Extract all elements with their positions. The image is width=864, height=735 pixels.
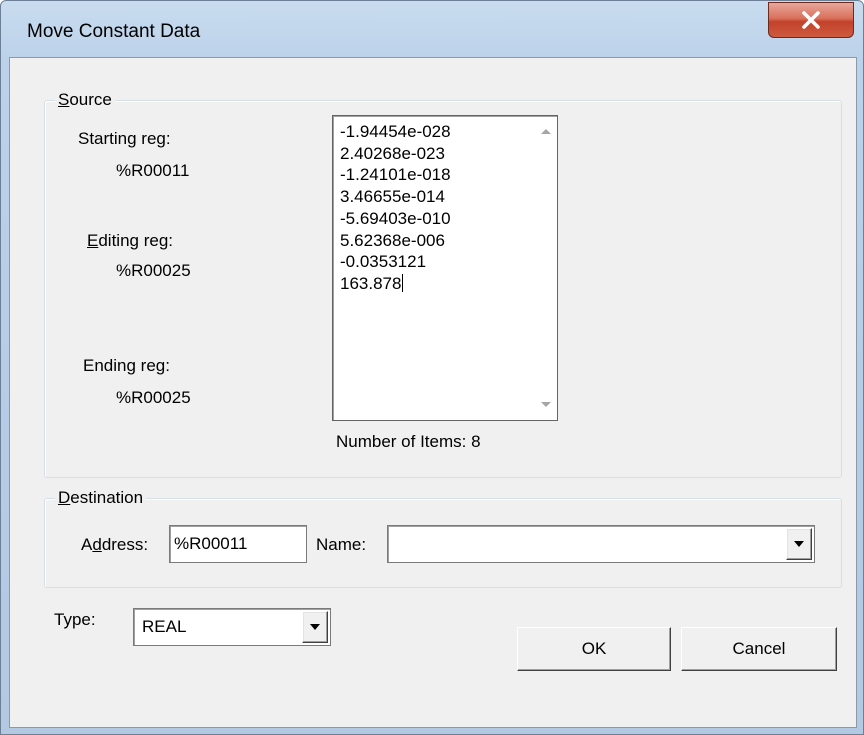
ending-reg-label: Ending reg:	[83, 356, 170, 375]
editing-reg-mnemonic: E	[87, 231, 99, 250]
list-item[interactable]: -0.0353121	[340, 251, 451, 273]
source-group: Source Starting reg: %R00011 Editing reg…	[44, 90, 842, 478]
list-vertical-scrollbar[interactable]	[534, 117, 556, 419]
type-combobox[interactable]: REAL	[133, 608, 331, 646]
close-icon	[802, 11, 820, 29]
list-item[interactable]: -5.69403e-010	[340, 208, 451, 230]
chevron-down-icon	[794, 541, 804, 547]
starting-reg-label: Starting reg:	[78, 129, 171, 148]
cancel-button[interactable]: Cancel	[681, 627, 837, 671]
destination-group: Destination Address: %R00011 Name:	[44, 488, 842, 588]
destination-group-legend: Destination	[55, 488, 147, 508]
list-item-editing-text: 163.878	[340, 273, 402, 293]
scroll-up-arrow-icon[interactable]	[541, 129, 551, 134]
name-combobox[interactable]	[387, 525, 815, 563]
type-combobox-value: REAL	[142, 617, 187, 636]
chevron-down-icon	[310, 624, 320, 630]
ok-button[interactable]: OK	[517, 627, 671, 671]
address-input[interactable]: %R00011	[169, 525, 307, 563]
name-label: Name:	[316, 535, 367, 554]
source-legend-mnemonic: S	[58, 90, 70, 109]
scroll-down-arrow-icon[interactable]	[541, 402, 551, 407]
destination-legend-mnemonic: D	[58, 488, 71, 507]
list-item[interactable]: -1.94454e-028	[340, 121, 451, 143]
editing-reg-label-rest: diting reg:	[98, 231, 174, 250]
window-title: Move Constant Data	[27, 21, 201, 42]
list-item[interactable]: 3.46655e-014	[340, 186, 451, 208]
list-item-editing[interactable]: 163.878	[340, 273, 451, 295]
list-item[interactable]: -1.24101e-018	[340, 164, 451, 186]
source-group-legend: Source	[55, 90, 115, 110]
dialog-window: Move Constant Data Source Starting reg: …	[0, 0, 864, 735]
address-label-post: dress:	[101, 535, 149, 554]
close-button[interactable]	[768, 2, 854, 38]
ending-reg-value: %R00025	[116, 388, 191, 407]
name-dropdown-button[interactable]	[786, 528, 812, 560]
source-legend-rest: ource	[69, 90, 112, 109]
type-label: Type:	[54, 610, 96, 629]
starting-reg-value: %R00011	[116, 161, 190, 180]
editing-reg-label: Editing reg:	[87, 231, 173, 251]
destination-legend-rest: estination	[70, 488, 144, 507]
text-caret	[402, 273, 404, 292]
constant-data-list[interactable]: -1.94454e-028 2.40268e-023 -1.24101e-018…	[332, 115, 558, 421]
constant-data-lines: -1.94454e-028 2.40268e-023 -1.24101e-018…	[340, 121, 451, 295]
address-label-pre: A	[81, 535, 93, 554]
address-input-value: %R00011	[174, 534, 248, 553]
type-dropdown-button[interactable]	[302, 611, 328, 643]
item-count-label: Number of Items: 8	[336, 432, 481, 451]
address-label: Address:	[81, 535, 148, 555]
list-item[interactable]: 2.40268e-023	[340, 143, 451, 165]
dialog-client-area: Source Starting reg: %R00011 Editing reg…	[9, 57, 857, 728]
address-label-mnemonic: d	[92, 535, 102, 554]
editing-reg-value: %R00025	[116, 261, 191, 280]
list-item[interactable]: 5.62368e-006	[340, 230, 451, 252]
